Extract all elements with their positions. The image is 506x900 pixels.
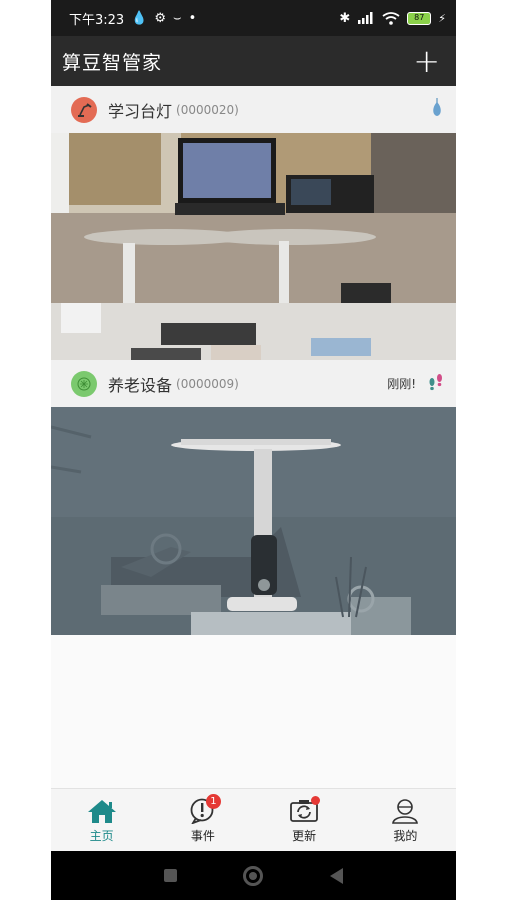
device-status-time: 刚刚! [387,377,416,391]
tab-label: 更新 [292,828,317,843]
tab-updates[interactable]: 更新 [254,789,355,852]
updates-dot [311,795,321,805]
battery-icon: 87 [407,11,432,25]
status-time: 下午3:23 [69,12,125,28]
home-button[interactable] [243,865,264,886]
system-nav-bar [51,851,456,900]
tab-home[interactable]: 主页 [51,789,152,852]
settings-icon: ⚙ [154,10,167,26]
device-name: 养老设备 [108,375,173,395]
bluetooth-icon: ✱ [339,10,351,26]
device-code: (0000020) [176,102,239,117]
device-code: (0000009) [176,376,239,391]
status-bar: 下午3:23 💧 ⚙ ⌣ • ✱ 87 ⚡ [51,0,456,36]
dot-icon: • [188,10,197,26]
phone-screen: 下午3:23 💧 ⚙ ⌣ • ✱ 87 ⚡ 算豆智管家 + 学习台灯 (0000… [51,0,456,900]
tab-events[interactable]: 1 事件 [152,789,253,852]
cloud-icon: ⌣ [173,10,182,26]
desk-lamp-camera-image[interactable] [51,133,456,360]
device-name: 学习台灯 [108,101,173,121]
desk-lamp-icon [71,96,97,123]
tab-label: 我的 [393,828,418,843]
bulb-icon[interactable] [430,97,444,123]
battery-level: 87 [407,11,432,25]
app-title: 算豆智管家 [62,51,163,74]
device-row-desk-lamp[interactable]: 学习台灯 (0000020) [51,86,456,133]
left-margin [0,0,51,900]
alert-bubble-icon: 1 [187,793,221,824]
refresh-camera-icon [288,795,321,824]
signal-icon [358,12,373,24]
footprints-icon[interactable] [428,372,444,396]
app-bar: 算豆智管家 + [51,36,456,86]
bottom-tab-bar: 主页 1 事件 更新 我的 [51,788,456,852]
wifi-icon [382,11,400,25]
recents-button[interactable] [164,869,178,882]
drop-icon: 💧 [131,10,148,26]
add-device-button[interactable]: + [413,45,440,77]
tab-label: 主页 [89,828,114,843]
tab-profile[interactable]: 我的 [355,789,456,852]
events-badge: 1 [205,793,221,809]
tab-label: 事件 [190,828,215,843]
charging-icon: ⚡ [438,11,446,25]
user-icon [389,798,421,824]
right-margin [456,0,506,900]
elderly-device-camera-image[interactable] [51,407,456,635]
elderly-device-icon [71,370,97,397]
home-icon [86,798,118,824]
device-row-elderly-care[interactable]: 养老设备 (0000009) 刚刚! [51,360,456,407]
back-button[interactable] [329,867,343,884]
